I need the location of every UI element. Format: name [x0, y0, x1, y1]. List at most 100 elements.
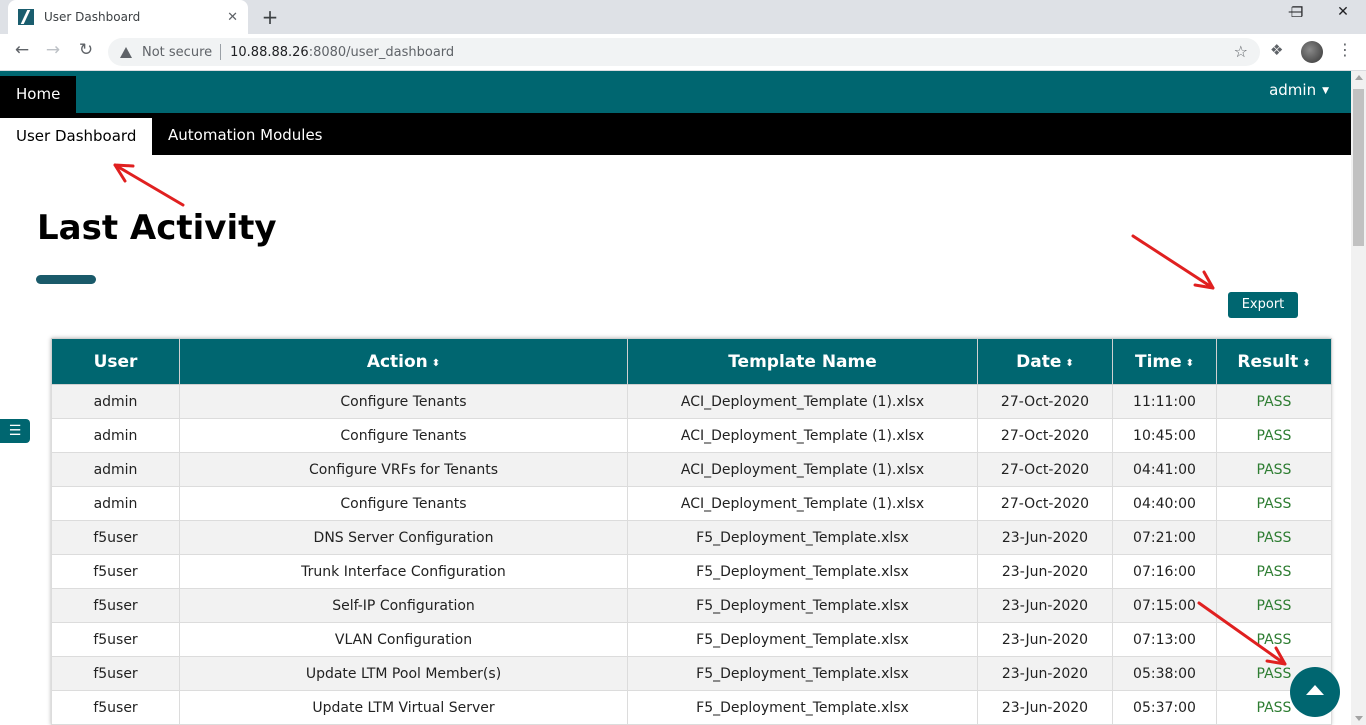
reload-icon[interactable]: ↻: [74, 40, 98, 60]
export-button[interactable]: Export: [1228, 292, 1298, 318]
table-cell: ACI_Deployment_Template (1).xlsx: [627, 452, 978, 487]
browser-menu-icon[interactable]: ⋮: [1337, 40, 1353, 59]
table-row: admin Configure VRFs for Tenants ACI_Deplo…: [51, 452, 1332, 487]
column-header[interactable]: Time ⬍: [1112, 338, 1217, 385]
table-row: f5user VLAN Configuration F5_Deployment_Te…: [51, 622, 1332, 657]
divider: [220, 44, 222, 60]
result-cell: PASS: [1216, 486, 1332, 521]
site-favicon-icon: [18, 9, 34, 25]
browser-tabstrip: User Dashboard ✕ + — ❐ ✕: [0, 0, 1366, 34]
tab-user-dashboard[interactable]: User Dashboard: [0, 118, 152, 155]
user-name: admin: [1269, 81, 1317, 99]
table-row: f5user Trunk Interface Configuration F5_De…: [51, 554, 1332, 589]
tab-title: User Dashboard: [44, 10, 141, 24]
back-arrow-icon[interactable]: ←: [10, 40, 34, 60]
star-icon[interactable]: ☆: [1234, 42, 1248, 61]
tab-automation-modules[interactable]: Automation Modules: [168, 126, 323, 144]
table-cell: 05:37:00: [1112, 690, 1217, 725]
activity-table: User Action ⬍ Template Name Date ⬍ Time ⬍ Result…: [51, 338, 1332, 725]
page-title: Last Activity: [37, 208, 277, 248]
table-cell: Trunk Interface Configuration: [179, 554, 628, 589]
profile-avatar[interactable]: [1301, 41, 1323, 63]
table-row: f5user Update LTM Pool Member(s) F5_Deploy…: [51, 656, 1332, 691]
browser-toolbar: ← → ↻ Not secure 10.88.88.26 :8080/user_…: [0, 34, 1366, 71]
result-cell: PASS: [1216, 554, 1332, 589]
result-cell: PASS: [1216, 418, 1332, 453]
table-row: f5user Update LTM Virtual Server F5_Deploy…: [51, 690, 1332, 725]
result-cell: PASS: [1216, 384, 1332, 419]
table-cell: 23-Jun-2020: [977, 588, 1113, 623]
column-header-label: Date: [1016, 351, 1062, 372]
table-cell: Configure Tenants: [179, 384, 628, 419]
user-menu[interactable]: admin ▼: [1269, 81, 1329, 99]
scroll-thumb[interactable]: [1353, 89, 1364, 246]
column-header[interactable]: Date ⬍: [977, 338, 1113, 385]
column-header-label: Time: [1134, 351, 1182, 372]
top-navbar: Home admin ▼: [0, 71, 1351, 113]
column-header: Template Name: [627, 338, 978, 385]
table-row: f5user DNS Server Configuration F5_Deploym…: [51, 520, 1332, 555]
table-cell: VLAN Configuration: [179, 622, 628, 657]
title-underline: [36, 275, 96, 284]
table-row: f5user Self-IP Configuration F5_Deployment…: [51, 588, 1332, 623]
scroll-down-icon[interactable]: [1355, 716, 1363, 721]
column-header-label: Action: [366, 351, 428, 372]
tab-close-icon[interactable]: ✕: [227, 10, 238, 25]
back-to-top-button[interactable]: [1290, 667, 1340, 717]
table-cell: f5user: [51, 690, 180, 725]
table-cell: 23-Jun-2020: [977, 554, 1113, 589]
table-cell: f5user: [51, 622, 180, 657]
table-cell: 11:11:00: [1112, 384, 1217, 419]
table-cell: F5_Deployment_Template.xlsx: [627, 520, 978, 555]
table-cell: admin: [51, 384, 180, 419]
column-header: User: [51, 338, 180, 385]
table-cell: admin: [51, 418, 180, 453]
menu-icon[interactable]: ☰: [0, 419, 30, 443]
table-cell: 27-Oct-2020: [977, 418, 1113, 453]
table-cell: 23-Jun-2020: [977, 690, 1113, 725]
table-cell: 04:40:00: [1112, 486, 1217, 521]
table-cell: 10:45:00: [1112, 418, 1217, 453]
sort-icon[interactable]: ⬍: [432, 358, 440, 369]
table-row: admin Configure Tenants ACI_Deployment_Tem…: [51, 384, 1332, 419]
caret-down-icon: ▼: [1322, 86, 1329, 96]
sort-icon[interactable]: ⬍: [1186, 358, 1194, 369]
page-scrollbar[interactable]: [1351, 71, 1366, 725]
table-cell: 07:16:00: [1112, 554, 1217, 589]
browser-tab[interactable]: User Dashboard ✕: [8, 0, 248, 34]
table-cell: F5_Deployment_Template.xlsx: [627, 554, 978, 589]
table-cell: F5_Deployment_Template.xlsx: [627, 588, 978, 623]
table-cell: 23-Jun-2020: [977, 656, 1113, 691]
table-cell: 27-Oct-2020: [977, 384, 1113, 419]
table-cell: Self-IP Configuration: [179, 588, 628, 623]
column-header[interactable]: Result ⬍: [1216, 338, 1332, 385]
table-cell: f5user: [51, 588, 180, 623]
scroll-up-icon[interactable]: [1355, 75, 1363, 80]
page-content: Home admin ▼ User Dashboard Automation Mo…: [0, 71, 1351, 725]
nav-home[interactable]: Home: [0, 76, 76, 113]
result-cell: PASS: [1216, 622, 1332, 657]
table-cell: f5user: [51, 520, 180, 555]
warning-icon: [120, 46, 132, 58]
close-window-button[interactable]: ✕: [1320, 4, 1366, 20]
column-header[interactable]: Action ⬍: [179, 338, 628, 385]
table-cell: Update LTM Virtual Server: [179, 690, 628, 725]
table-cell: f5user: [51, 554, 180, 589]
table-cell: 07:21:00: [1112, 520, 1217, 555]
table-cell: Configure Tenants: [179, 486, 628, 521]
address-bar[interactable]: Not secure 10.88.88.26 :8080/user_dashbo…: [108, 38, 1260, 66]
forward-arrow-icon[interactable]: →: [41, 40, 65, 60]
table-cell: ACI_Deployment_Template (1).xlsx: [627, 486, 978, 521]
sort-icon[interactable]: ⬍: [1302, 358, 1310, 369]
table-cell: f5user: [51, 656, 180, 691]
new-tab-button[interactable]: +: [258, 5, 282, 29]
table-row: admin Configure Tenants ACI_Deployment_Tem…: [51, 418, 1332, 453]
result-cell: PASS: [1216, 588, 1332, 623]
table-cell: 27-Oct-2020: [977, 486, 1113, 521]
table-cell: ACI_Deployment_Template (1).xlsx: [627, 384, 978, 419]
column-header-label: Result: [1237, 351, 1299, 372]
sort-icon[interactable]: ⬍: [1065, 358, 1073, 369]
table-cell: F5_Deployment_Template.xlsx: [627, 656, 978, 691]
extensions-icon[interactable]: ❖: [1270, 41, 1283, 59]
restore-button[interactable]: ❐: [1274, 5, 1320, 21]
